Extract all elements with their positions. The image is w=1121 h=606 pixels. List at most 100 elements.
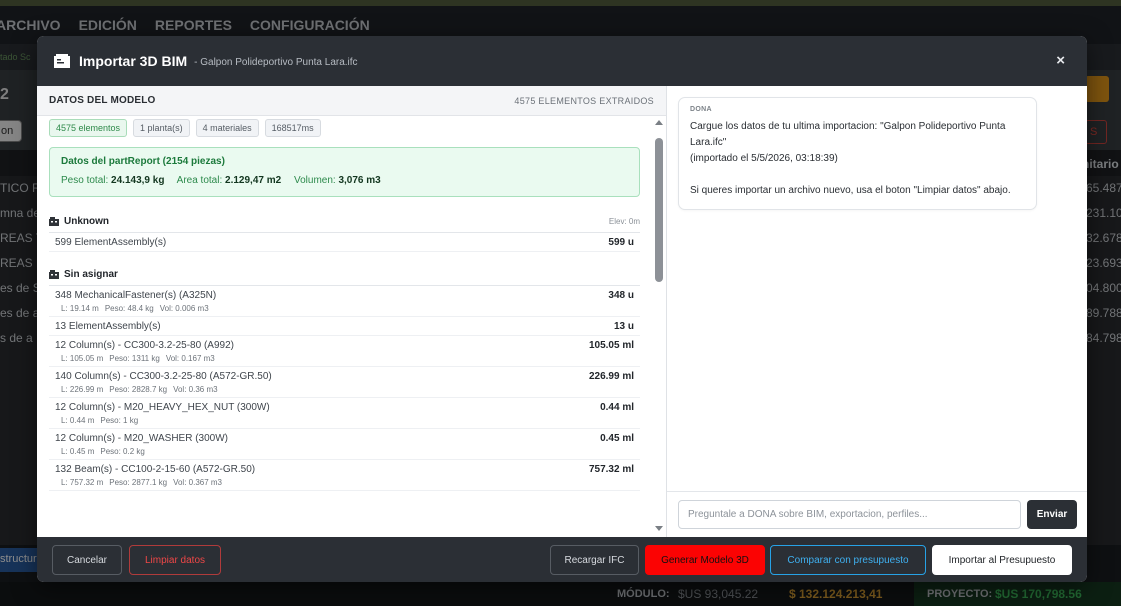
item-quantity: 0.44 ml (600, 402, 634, 413)
list-item[interactable]: 12 Column(s) - M20_HEAVY_HEX_NUT (300W) L… (49, 398, 640, 429)
badge-floors: 1 planta(s) (133, 119, 190, 137)
model-data-title: DATOS DEL MODELO (49, 95, 156, 106)
chat-input-row: Enviar (667, 491, 1087, 537)
import-to-budget-button[interactable]: Importar al Presupuesto (932, 545, 1072, 575)
item-name: 348 MechanicalFastener(s) (A325N) (55, 290, 217, 301)
chat-message: DONA Cargue los datos de tu ultima impor… (678, 97, 1037, 210)
group-name: Sin asignar (64, 269, 118, 280)
item-meta-value: Vol: 0.167 m3 (165, 354, 215, 363)
modal-header: Importar 3D BIM - Galpon Polideportivo P… (37, 36, 1087, 86)
chat-input[interactable] (678, 500, 1021, 529)
generate-3d-model-button[interactable]: Generar Modelo 3D (645, 545, 765, 575)
part-report-title: Datos del partReport (2154 piezas) (61, 156, 225, 167)
cube-icon (54, 54, 70, 68)
item-name: 13 ElementAssembly(s) (55, 321, 161, 332)
list-item[interactable]: 12 Column(s) - CC300-3.2-25-80 (A992) L: … (49, 336, 640, 367)
group-name: Unknown (64, 216, 109, 227)
scroll-down-icon[interactable] (655, 526, 663, 531)
modal-body: DATOS DEL MODELO 4575 ELEMENTOS EXTRAIDO… (37, 86, 1087, 537)
building-icon (49, 217, 59, 226)
item-quantity: 13 u (613, 321, 634, 332)
element-groups: Unknown Elev: 0m 599 ElementAssembly(s) 599… (49, 211, 640, 491)
group-title: Unknown (49, 216, 109, 227)
item-name: 12 Column(s) - M20_WASHER (300W) (55, 433, 229, 444)
item-meta-value: L: 226.99 m (61, 385, 104, 394)
item-meta-value: L: 105.05 m (61, 354, 104, 363)
item-quantity: 0.45 ml (600, 433, 634, 444)
item-meta-value: Vol: 0.36 m3 (173, 385, 218, 394)
group-header[interactable]: Unknown Elev: 0m (49, 211, 640, 233)
compare-budget-button[interactable]: Comparar con presupuesto (770, 545, 926, 575)
elements-count: 4575 ELEMENTOS EXTRAIDOS (514, 95, 654, 106)
clear-data-button[interactable]: Limpiar datos (129, 545, 221, 575)
part-report-stats: Peso total: 24.143,9 kg Area total: 2.12… (61, 175, 628, 186)
badge-time: 168517ms (264, 119, 321, 137)
building-icon (49, 270, 59, 279)
list-item[interactable]: 12 Column(s) - M20_WASHER (300W) L: 0.45 … (49, 429, 640, 460)
send-button[interactable]: Enviar (1027, 500, 1077, 529)
peso-label: Peso total: (61, 175, 109, 186)
badge-elements: 4575 elementos (49, 119, 128, 137)
chat-sender: DONA (690, 106, 712, 113)
area-label: Area total: (176, 175, 223, 186)
cancel-button[interactable]: Cancelar (52, 545, 122, 575)
peso-value: 24.143,9 kg (111, 175, 165, 186)
model-data-panel: DATOS DEL MODELO 4575 ELEMENTOS EXTRAIDO… (37, 86, 667, 537)
list-item[interactable]: 132 Beam(s) - CC100-2-15-60 (A572-GR.50)… (49, 460, 640, 491)
area-value: 2.129,47 m2 (225, 175, 282, 186)
item-name: 12 Column(s) - M20_HEAVY_HEX_NUT (300W) (55, 402, 270, 413)
item-quantity: 599 u (608, 237, 634, 248)
reload-ifc-button[interactable]: Recargar IFC (550, 545, 639, 575)
modal-title: Importar 3D BIM (79, 53, 188, 69)
item-meta-value: Peso: 2828.7 kg (109, 385, 168, 394)
list-item[interactable]: 348 MechanicalFastener(s) (A325N) L: 19.1… (49, 286, 640, 317)
item-meta-value: Peso: 1311 kg (109, 354, 160, 363)
modal-footer: Cancelar Limpiar datos Recargar IFC Gene… (37, 537, 1087, 582)
item-meta-value: Peso: 48.4 kg (104, 304, 154, 313)
item-quantity: 226.99 ml (588, 371, 634, 382)
item-meta-value: L: 0.44 m (61, 416, 95, 425)
chat-message-text: Cargue los datos de tu ultima importacio… (690, 121, 1011, 196)
item-meta-value: L: 19.14 m (61, 304, 99, 313)
group-elevation: Elev: 0m (608, 217, 640, 226)
part-report-box: Datos del partReport (2154 piezas) Peso … (49, 147, 640, 197)
group-header[interactable]: Sin asignar (49, 264, 640, 286)
model-data-scroll[interactable]: 4575 elementos 1 planta(s) 4 materiales … (37, 116, 667, 537)
scrollbar-thumb[interactable] (655, 138, 663, 282)
item-meta: L: 226.99 m Peso: 2828.7 kg Vol: 0.36 m3 (61, 385, 272, 394)
item-name: 132 Beam(s) - CC100-2-15-60 (A572-GR.50) (55, 464, 256, 475)
list-item[interactable]: 13 ElementAssembly(s) 13 u (49, 317, 640, 336)
scroll-up-icon[interactable] (655, 120, 663, 125)
group-title: Sin asignar (49, 269, 118, 280)
import-bim-modal: Importar 3D BIM - Galpon Polideportivo P… (37, 36, 1087, 582)
item-name: 12 Column(s) - CC300-3.2-25-80 (A992) (55, 340, 234, 351)
item-meta: L: 19.14 m Peso: 48.4 kg Vol: 0.006 m3 (61, 304, 216, 313)
item-meta-value: L: 0.45 m (61, 447, 95, 456)
summary-badges: 4575 elementos 1 planta(s) 4 materiales … (49, 119, 640, 137)
item-meta: L: 105.05 m Peso: 1311 kg Vol: 0.167 m3 (61, 354, 234, 363)
list-item[interactable]: 140 Column(s) - CC300-3.2-25-80 (A572-GR… (49, 367, 640, 398)
modal-file-name: - Galpon Polideportivo Punta Lara.ifc (194, 56, 358, 68)
close-icon[interactable]: × (1056, 52, 1065, 69)
item-meta-value: Vol: 0.006 m3 (159, 304, 209, 313)
vol-value: 3,076 m3 (338, 175, 381, 186)
item-meta-value: L: 757.32 m (61, 478, 104, 487)
item-quantity: 348 u (608, 290, 634, 301)
vol-label: Volumen: (293, 175, 336, 186)
item-meta-value: Peso: 1 kg (100, 416, 139, 425)
item-quantity: 757.32 ml (588, 464, 634, 475)
item-meta-value: Peso: 0.2 kg (100, 447, 145, 456)
item-meta-value: Peso: 2877.1 kg (109, 478, 168, 487)
item-meta: L: 757.32 m Peso: 2877.1 kg Vol: 0.367 m3 (61, 478, 255, 487)
item-meta: L: 0.45 m Peso: 0.2 kg (61, 447, 228, 456)
badge-materials: 4 materiales (195, 119, 259, 137)
scrollbar[interactable] (652, 116, 666, 537)
item-meta-value: Vol: 0.367 m3 (173, 478, 222, 487)
item-name: 599 ElementAssembly(s) (55, 237, 167, 248)
item-meta: L: 0.44 m Peso: 1 kg (61, 416, 270, 425)
model-data-header: DATOS DEL MODELO 4575 ELEMENTOS EXTRAIDO… (37, 86, 666, 116)
item-quantity: 105.05 ml (588, 340, 634, 351)
list-item[interactable]: 599 ElementAssembly(s) 599 u (49, 233, 640, 252)
item-name: 140 Column(s) - CC300-3.2-25-80 (A572-GR… (55, 371, 272, 382)
dona-chat-panel: DONA Cargue los datos de tu ultima impor… (667, 86, 1087, 537)
